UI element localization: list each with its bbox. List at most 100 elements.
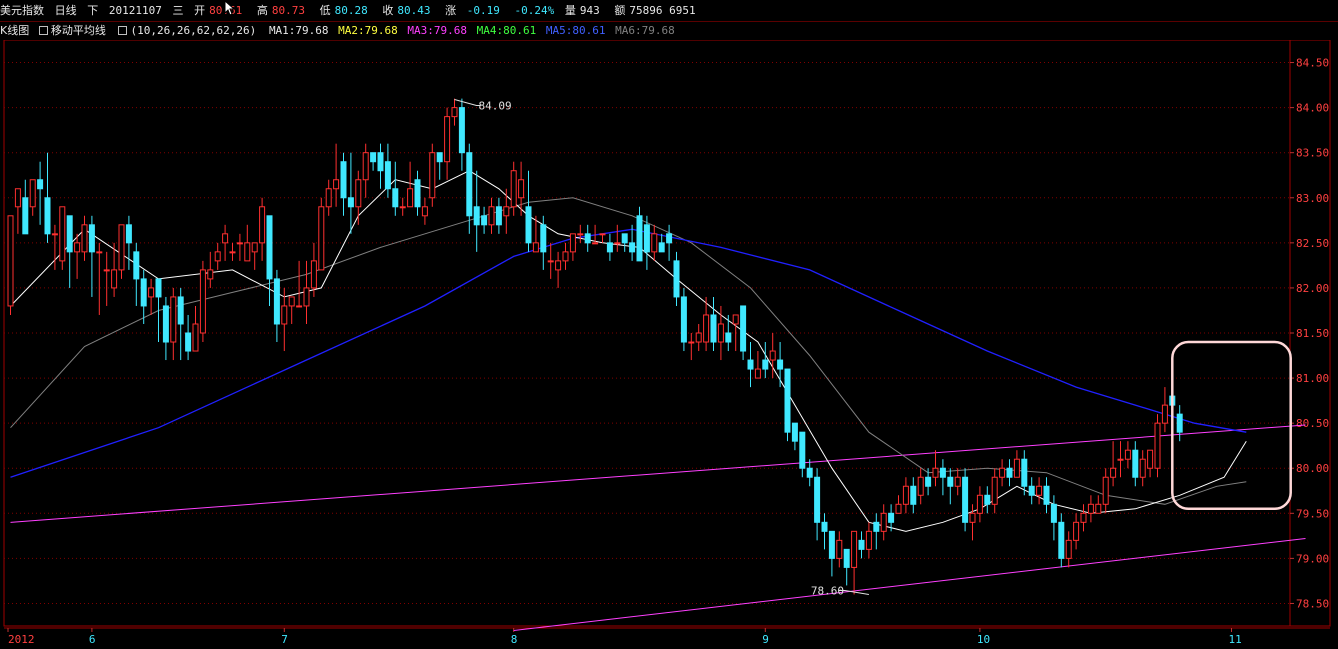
candle[interactable] [584,224,591,252]
candle[interactable] [932,450,939,487]
candle[interactable] [695,323,702,352]
candle[interactable] [621,233,628,252]
candle[interactable] [377,143,384,189]
candle[interactable] [1043,477,1050,514]
candle[interactable] [984,486,991,514]
candle[interactable] [503,188,510,234]
candle[interactable] [769,333,776,379]
candle[interactable] [162,296,169,361]
candle[interactable] [170,287,177,361]
candle[interactable] [569,233,576,261]
candle[interactable] [481,206,488,234]
candle[interactable] [577,224,584,243]
candle[interactable] [185,314,192,361]
candle[interactable] [754,351,761,379]
candle[interactable] [473,170,480,252]
candle[interactable] [725,314,732,352]
candle[interactable] [1050,495,1057,541]
candle[interactable] [51,224,58,270]
candle[interactable] [111,242,118,297]
candle[interactable] [828,530,835,577]
candle[interactable] [865,522,872,559]
candle[interactable] [414,170,421,216]
candle[interactable] [207,251,214,288]
candle[interactable] [199,260,206,343]
candle[interactable] [614,224,621,252]
candle[interactable] [991,468,998,514]
candle[interactable] [399,197,406,216]
candle[interactable] [880,504,887,541]
candle[interactable] [902,477,909,514]
candle[interactable] [547,242,554,279]
candle[interactable] [37,161,44,225]
candle[interactable] [1058,513,1065,568]
candle[interactable] [495,197,502,234]
candle[interactable] [806,459,813,487]
instrument-name[interactable]: 美元指数 [0,4,44,17]
candle[interactable] [229,242,236,261]
candle[interactable] [318,197,325,271]
candle[interactable] [1176,405,1183,442]
candle[interactable] [1154,414,1161,478]
candle[interactable] [910,477,917,514]
candle[interactable] [710,296,717,352]
candle[interactable] [651,224,658,261]
candle[interactable] [118,224,125,279]
candle[interactable] [96,242,103,315]
candle[interactable] [939,459,946,496]
candle[interactable] [384,143,391,198]
candle[interactable] [488,197,495,234]
candle[interactable] [1110,441,1117,487]
candle[interactable] [214,242,221,270]
candle[interactable] [303,260,310,324]
candle[interactable] [148,278,155,315]
candle[interactable] [236,233,243,261]
candle[interactable] [88,215,95,297]
candle[interactable] [658,233,665,253]
candle[interactable] [851,530,858,595]
kline-label[interactable]: K线图 [0,24,29,37]
candle[interactable] [732,314,739,352]
candle[interactable] [643,215,650,270]
candle[interactable] [858,531,865,559]
candle[interactable] [244,224,251,262]
candle[interactable] [392,161,399,216]
candle[interactable] [777,342,784,388]
candle[interactable] [799,431,806,478]
candle[interactable] [555,251,562,288]
candle[interactable] [762,342,769,379]
candle[interactable] [606,233,613,261]
candle[interactable] [680,287,687,352]
candles[interactable] [7,98,1183,595]
ma-indicator-toggle[interactable]: 移动平均线 [38,24,109,37]
candle[interactable] [791,422,798,451]
candle[interactable] [599,233,606,243]
candle[interactable] [451,98,458,126]
candle[interactable] [814,468,821,541]
candle[interactable] [525,170,532,252]
candle[interactable] [81,215,88,261]
candle[interactable] [962,468,969,532]
candle[interactable] [1147,449,1154,478]
candle[interactable] [784,368,791,442]
candle[interactable] [66,215,73,288]
candle[interactable] [370,152,377,171]
candle[interactable] [466,143,473,234]
candle[interactable] [103,251,110,306]
ma-params-toggle[interactable]: (10,26,26,62,62,26) [118,24,259,37]
candle[interactable] [22,179,29,235]
candle[interactable] [562,242,569,270]
candle[interactable] [917,468,924,505]
candle[interactable] [177,287,184,361]
candle[interactable] [192,305,199,352]
candle[interactable] [251,242,258,270]
candle[interactable] [355,170,362,225]
candle[interactable] [688,333,695,361]
candle[interactable] [7,215,14,315]
candle[interactable] [333,143,340,207]
candle[interactable] [969,504,976,541]
candle[interactable] [954,468,961,496]
candle[interactable] [873,513,880,550]
candle[interactable] [29,179,36,216]
candle[interactable] [133,242,140,306]
